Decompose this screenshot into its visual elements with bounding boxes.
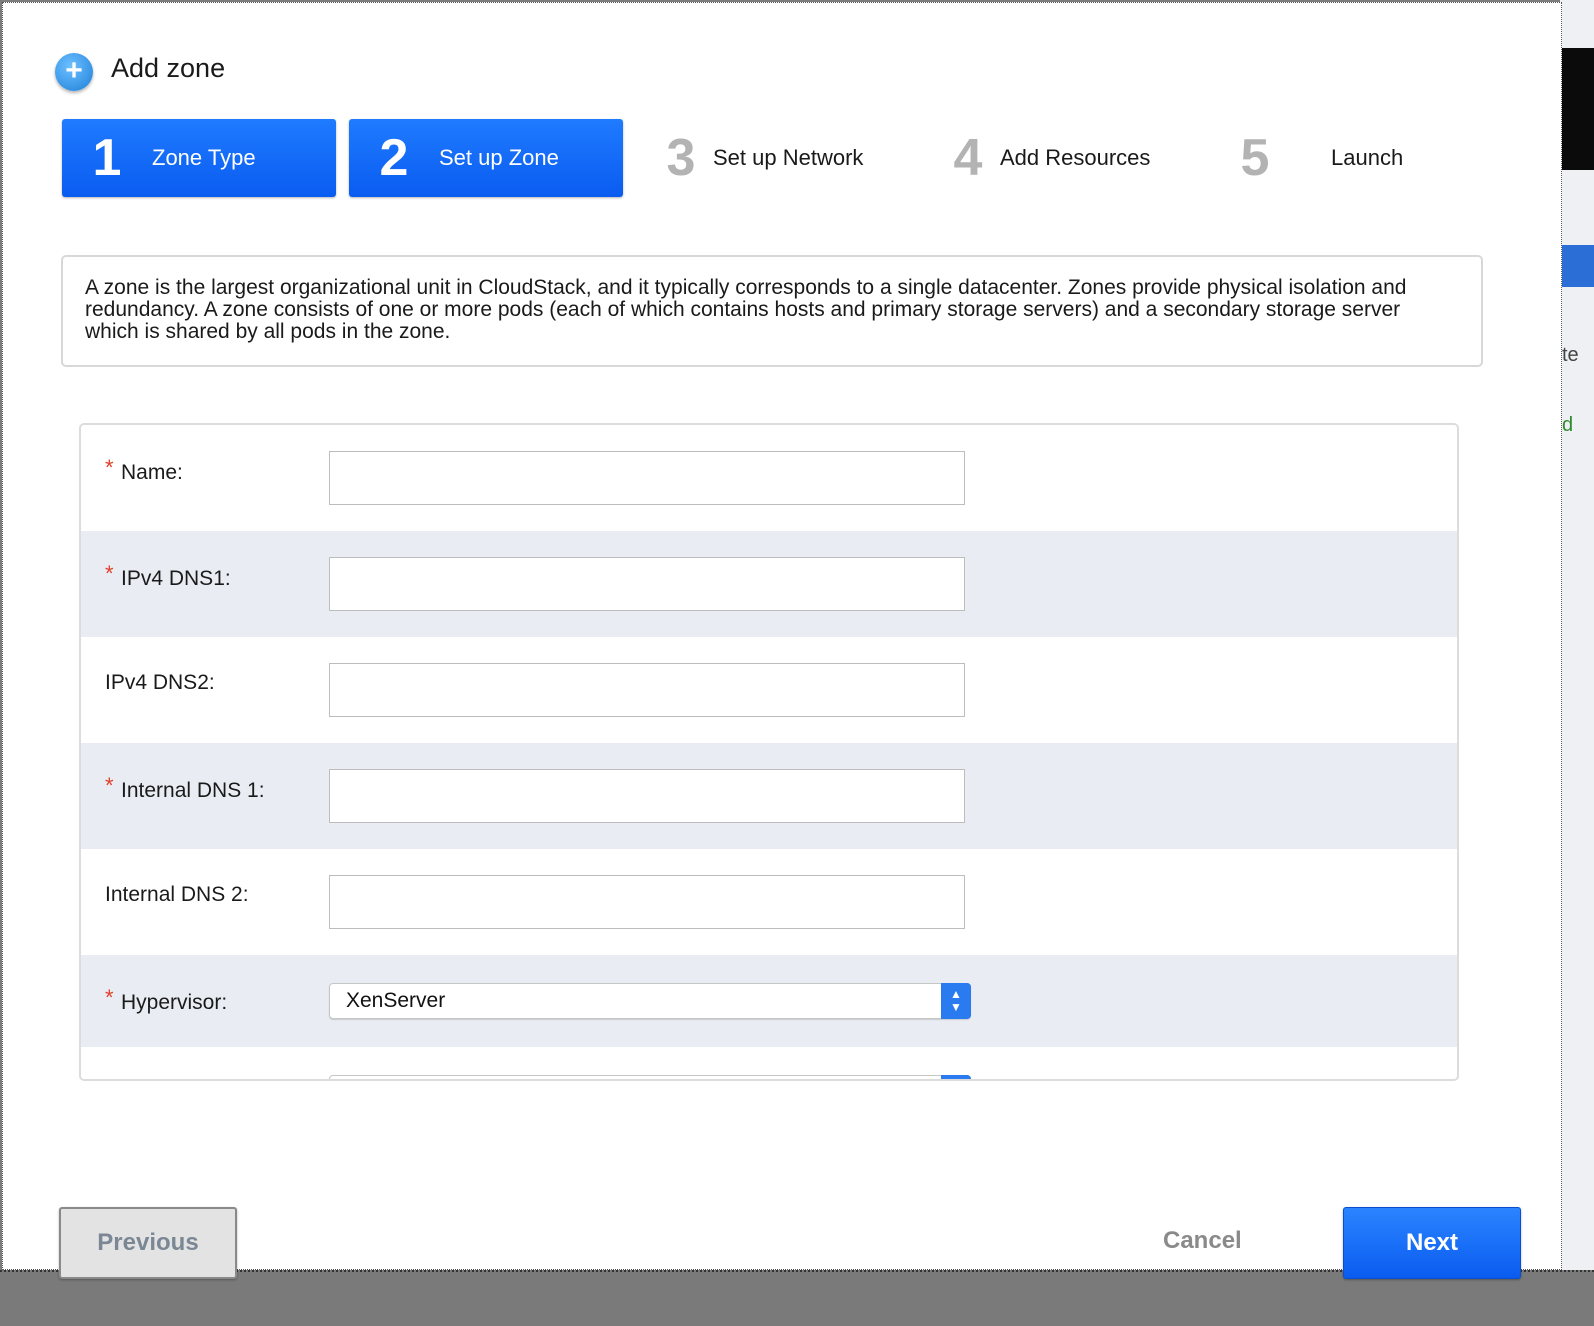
- hypervisor-value: XenServer: [346, 989, 446, 1012]
- internal-dns2-input[interactable]: [329, 875, 965, 929]
- form-row-next-partial: [81, 1047, 1457, 1079]
- chevron-up-down-icon[interactable]: [941, 1075, 971, 1079]
- background-text: te: [1562, 344, 1579, 366]
- step-launch: 5 Launch: [1223, 119, 1497, 197]
- name-input[interactable]: [329, 451, 965, 505]
- background-app-strip: [1560, 0, 1594, 1326]
- partial-select[interactable]: [329, 1075, 971, 1079]
- form-row-ipv4-dns1: * IPv4 DNS1:: [81, 531, 1457, 637]
- add-icon: +: [55, 53, 93, 91]
- step-label: Zone Type: [152, 145, 256, 170]
- step-number: 3: [666, 129, 696, 187]
- form-row-internal-dns2: Internal DNS 2:: [81, 849, 1457, 955]
- hypervisor-select[interactable]: XenServer ▲ ▼: [329, 983, 971, 1019]
- step-add-resources: 4 Add Resources: [936, 119, 1210, 197]
- previous-button[interactable]: Previous: [59, 1207, 237, 1279]
- cancel-button[interactable]: Cancel: [1163, 1227, 1242, 1255]
- ipv4-dns1-input[interactable]: [329, 557, 965, 611]
- form-row-internal-dns1: * Internal DNS 1:: [81, 743, 1457, 849]
- form-row-name: * Name:: [81, 425, 1457, 531]
- step-label: Set up Network: [713, 145, 864, 170]
- zone-form: * Name: * IPv4 DNS1: IPv4 DNS2: * Intern…: [79, 423, 1459, 1081]
- name-label: Name:: [121, 461, 183, 484]
- step-number: 4: [953, 129, 983, 187]
- required-marker: *: [105, 773, 114, 798]
- required-marker: *: [105, 561, 114, 586]
- ipv4-dns1-label: IPv4 DNS1:: [121, 567, 231, 590]
- form-row-hypervisor: * Hypervisor: XenServer ▲ ▼: [81, 955, 1457, 1047]
- step-set-up-network: 3 Set up Network: [649, 119, 923, 197]
- step-label: Set up Zone: [439, 145, 559, 170]
- dialog-title: Add zone: [111, 53, 226, 83]
- add-zone-dialog: + Add zone 1 Zone Type 2 Set up Zone 3 S…: [2, 2, 1562, 1279]
- ipv4-dns2-input[interactable]: [329, 663, 965, 717]
- step-zone-type[interactable]: 1 Zone Type: [62, 119, 336, 197]
- step-number: 2: [379, 129, 409, 187]
- internal-dns1-input[interactable]: [329, 769, 965, 823]
- next-button[interactable]: Next: [1343, 1207, 1521, 1279]
- form-row-ipv4-dns2: IPv4 DNS2:: [81, 637, 1457, 743]
- internal-dns1-label: Internal DNS 1:: [121, 779, 265, 802]
- step-label: Add Resources: [1000, 145, 1151, 170]
- chevron-up-down-icon[interactable]: ▲ ▼: [941, 983, 971, 1019]
- ipv4-dns2-label: IPv4 DNS2:: [105, 671, 215, 694]
- hypervisor-label: Hypervisor:: [121, 991, 228, 1014]
- step-label: Launch: [1331, 145, 1404, 170]
- internal-dns2-label: Internal DNS 2:: [105, 883, 249, 906]
- background-search-icon: [1560, 245, 1594, 287]
- background-text: d: [1562, 414, 1574, 436]
- step-number: 1: [92, 129, 122, 187]
- required-marker: *: [105, 985, 114, 1010]
- background-dark-panel: [1560, 48, 1594, 170]
- step-set-up-zone[interactable]: 2 Set up Zone: [349, 119, 623, 197]
- step-number: 5: [1240, 129, 1270, 187]
- zone-description: A zone is the largest organizational uni…: [61, 255, 1483, 367]
- required-marker: *: [105, 455, 114, 480]
